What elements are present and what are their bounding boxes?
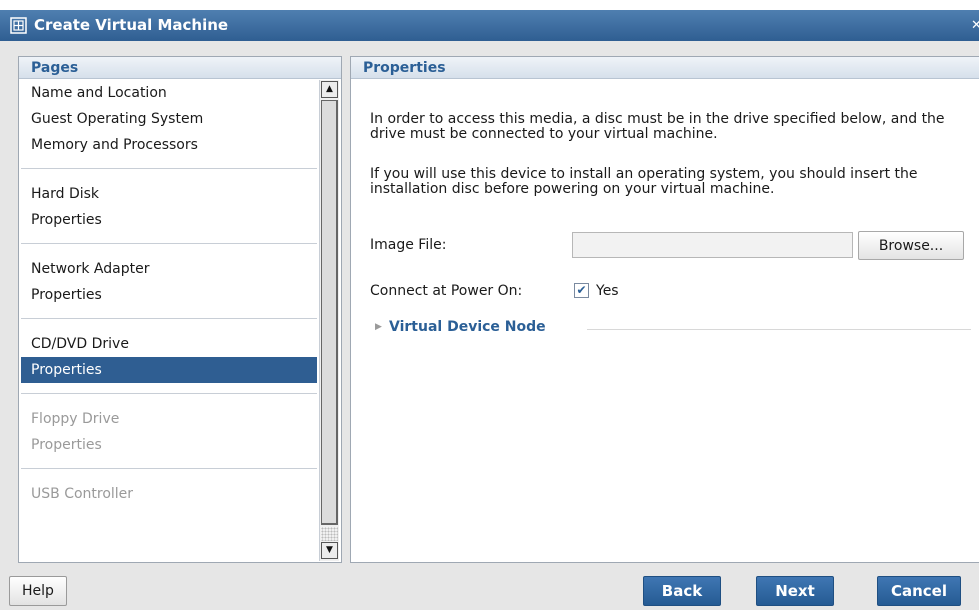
virtual-machine-icon <box>10 17 27 34</box>
properties-panel: Properties In order to access this media… <box>350 56 979 563</box>
page-group: Floppy Drive Properties <box>21 394 317 469</box>
install-hint-text: If you will use this device to install a… <box>370 166 918 197</box>
pages-scrollbar[interactable]: ▲ ▼ <box>319 80 339 561</box>
page-group: Hard Disk Properties <box>21 169 317 244</box>
checkmark-icon: ✔ <box>576 283 587 297</box>
scroll-up-icon[interactable]: ▲ <box>321 81 338 98</box>
create-vm-dialog: Create Virtual Machine ✕ Pages Name and … <box>0 10 979 610</box>
page-item[interactable]: Memory and Processors <box>21 132 317 158</box>
connect-yes-label[interactable]: Yes <box>596 283 619 299</box>
page-item[interactable]: Properties <box>21 282 317 308</box>
next-button[interactable]: Next <box>756 576 834 606</box>
page-item[interactable]: Properties <box>21 357 317 383</box>
page-item[interactable]: Guest Operating System <box>21 106 317 132</box>
image-file-label: Image File: <box>370 237 447 253</box>
page-item: Properties <box>31 437 102 453</box>
browse-button[interactable]: Browse... <box>858 231 964 260</box>
window-title: Create Virtual Machine <box>34 16 229 34</box>
page-item[interactable]: Properties <box>21 207 317 233</box>
page-item[interactable]: Network Adapter <box>21 256 317 282</box>
back-button[interactable]: Back <box>643 576 721 606</box>
image-file-input[interactable] <box>572 232 853 258</box>
expand-arrow-icon[interactable]: ▶ <box>375 322 382 332</box>
scroll-thumb[interactable] <box>321 100 338 525</box>
properties-header: Properties <box>351 57 979 79</box>
media-access-text: In order to access this media, a disc mu… <box>370 111 945 142</box>
page-item: Floppy Drive <box>31 411 120 427</box>
pages-list: Name and Location Guest Operating System M… <box>21 80 317 560</box>
page-group: Network Adapter Properties <box>21 244 317 319</box>
page-item[interactable]: Hard Disk <box>21 181 317 207</box>
page-group: Name and Location Guest Operating System M… <box>21 80 317 169</box>
virtual-device-node-section[interactable]: Virtual Device Node <box>389 319 546 335</box>
connect-at-power-on-label: Connect at Power On: <box>370 283 523 299</box>
section-divider <box>587 329 971 330</box>
close-icon[interactable]: ✕ <box>971 18 979 34</box>
page-group: USB Controller <box>21 469 317 517</box>
page-item[interactable]: Name and Location <box>21 80 317 106</box>
pages-header: Pages <box>19 57 341 79</box>
pages-panel: Pages Name and Location Guest Operating S… <box>18 56 342 563</box>
help-button[interactable]: Help <box>9 576 67 606</box>
page-group: CD/DVD Drive Properties <box>21 319 317 394</box>
connect-at-power-on-checkbox[interactable]: ✔ <box>574 283 589 298</box>
cancel-button[interactable]: Cancel <box>877 576 961 606</box>
page-item[interactable]: CD/DVD Drive <box>21 331 317 357</box>
scroll-down-icon[interactable]: ▼ <box>321 542 338 559</box>
page-item: USB Controller <box>31 486 134 502</box>
title-bar: Create Virtual Machine ✕ <box>0 10 979 41</box>
scroll-track[interactable] <box>321 527 338 541</box>
